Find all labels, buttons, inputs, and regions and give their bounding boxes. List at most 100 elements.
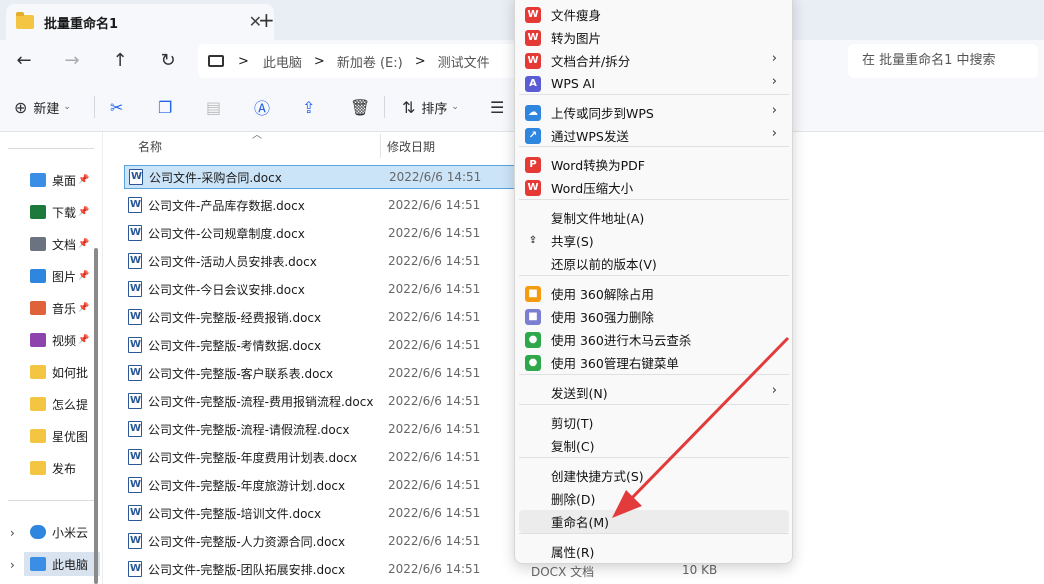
paste-button[interactable]: ▤ [206, 96, 227, 118]
chevron-right-icon[interactable]: › [10, 526, 15, 540]
sort-label: 排序 [421, 101, 448, 117]
file-row[interactable]: 公司文件-产品库存数据.docx 2022/6/6 14:51 [124, 193, 524, 217]
word-document-icon [128, 337, 142, 353]
column-header-name[interactable]: 名称 [138, 138, 162, 155]
word-document-icon [128, 561, 142, 577]
menu-item[interactable]: W Word压缩大小 [519, 176, 789, 199]
menu-item-icon: ● [525, 332, 541, 348]
word-document-icon [128, 309, 142, 325]
menu-item[interactable]: A WPS AI › [519, 72, 789, 95]
file-row[interactable]: 公司文件-完整版-年度旅游计划.docx 2022/6/6 14:51 [124, 473, 524, 497]
menu-item[interactable]: 删除(D) [519, 487, 789, 510]
menu-item-icon: ■ [525, 286, 541, 302]
menu-item[interactable]: ● 使用 360进行木马云查杀 [519, 328, 789, 351]
file-row[interactable]: 公司文件-采购合同.docx 2022/6/6 14:51 [124, 165, 524, 189]
address-bar[interactable]: > 此电脑 > 新加卷 (E:) > 测试文件 [198, 44, 518, 78]
file-row[interactable]: 公司文件-完整版-流程-请假流程.docx 2022/6/6 14:51 [124, 417, 524, 441]
file-name: 公司文件-产品库存数据.docx [148, 198, 305, 213]
menu-item[interactable]: 剪切(T) [519, 411, 789, 434]
sidebar-scrollbar[interactable] [94, 248, 98, 584]
navigation-pane: 桌面 📌 下载 📌 文档 📌 图片 📌 音乐 📌 视频 📌 如何批怎么提星优图发布 › 小米云 › 此电… [0, 132, 103, 584]
menu-item[interactable]: ☁ 上传或同步到WPS › [519, 101, 789, 124]
file-row[interactable]: 公司文件-完整版-人力资源合同.docx 2022/6/6 14:51 [124, 529, 524, 553]
sidebar-divider [8, 500, 94, 501]
file-row[interactable]: 公司文件-完整版-培训文件.docx 2022/6/6 14:51 [124, 501, 524, 525]
sort-button[interactable]: ⇅ 排序 ⌄ [402, 96, 459, 118]
menu-item[interactable]: 属性(R) [519, 540, 789, 563]
search-input[interactable]: 在 批量重命名1 中搜索 [848, 44, 1038, 78]
chevron-right-icon[interactable]: › [10, 558, 15, 572]
menu-item[interactable]: 复制(C) [519, 434, 789, 457]
file-modified-date: 2022/6/6 14:51 [388, 422, 481, 436]
breadcrumb-item[interactable]: 此电脑 [263, 52, 302, 71]
file-row[interactable]: 公司文件-完整版-流程-费用报销流程.docx 2022/6/6 14:51 [124, 389, 524, 413]
menu-item[interactable]: ■ 使用 360强力删除 [519, 305, 789, 328]
sidebar-item-this-pc[interactable]: 此电脑 [24, 552, 100, 576]
column-divider[interactable] [380, 134, 381, 158]
menu-item[interactable]: ■ 使用 360解除占用 [519, 282, 789, 305]
menu-item-label: 转为图片 [551, 31, 602, 46]
menu-item[interactable]: ⇪ 共享(S) [519, 229, 789, 252]
new-tab-button[interactable]: + [258, 8, 275, 32]
back-icon[interactable]: ← [10, 49, 38, 73]
cut-button[interactable]: ✂ [110, 96, 129, 118]
file-modified-date: 2022/6/6 14:51 [388, 198, 481, 212]
file-row[interactable]: 公司文件-完整版-团队拓展安排.docx 2022/6/6 14:51 [124, 557, 524, 581]
sidebar-item-quick-access[interactable]: 图片 📌 [30, 264, 100, 288]
word-document-icon [128, 365, 142, 381]
file-row[interactable]: 公司文件-今日会议安排.docx 2022/6/6 14:51 [124, 277, 524, 301]
sidebar-item-quick-access[interactable]: 音乐 📌 [30, 296, 100, 320]
sidebar-item-xiaomi-cloud[interactable]: 小米云 [30, 520, 100, 544]
forward-icon[interactable]: → [58, 49, 86, 73]
menu-item-label: 复制(C) [551, 439, 595, 454]
menu-item[interactable]: 发送到(N) › [519, 381, 789, 404]
menu-item[interactable]: 还原以前的版本(V) [519, 252, 789, 275]
sidebar-item-quick-access[interactable]: 文档 📌 [30, 232, 100, 256]
menu-item-label: 复制文件地址(A) [551, 211, 645, 226]
word-document-icon [128, 281, 142, 297]
chevron-right-icon: › [771, 383, 777, 398]
file-modified-date: 2022/6/6 14:51 [388, 310, 481, 324]
menu-separator [519, 374, 789, 375]
delete-button[interactable]: 🗑 [350, 96, 376, 118]
file-row[interactable]: 公司文件-完整版-客户联系表.docx 2022/6/6 14:51 [124, 361, 524, 385]
menu-item[interactable]: W 文档合并/拆分 › [519, 49, 789, 72]
sidebar-item-quick-access[interactable]: 下载 📌 [30, 200, 100, 224]
up-icon[interactable]: ↑ [106, 49, 134, 73]
menu-separator [519, 533, 789, 534]
share-button[interactable]: ⇪ [302, 96, 321, 118]
file-name: 公司文件-公司规章制度.docx [148, 226, 305, 241]
sidebar-item-quick-access[interactable]: 桌面 📌 [30, 168, 100, 192]
view-button[interactable]: ☰ [490, 96, 510, 118]
menu-item[interactable]: W 文件瘦身 [519, 3, 789, 26]
menu-item[interactable]: P Word转换为PDF [519, 153, 789, 176]
folder-icon [30, 173, 46, 187]
file-name: 公司文件-采购合同.docx [149, 170, 282, 185]
tab-batch-rename[interactable]: 批量重命名1 ✕ [6, 4, 274, 40]
breadcrumb-item[interactable]: 测试文件 [438, 52, 490, 71]
refresh-icon[interactable]: ↻ [154, 49, 182, 73]
sidebar-item-quick-access[interactable]: 发布 [30, 456, 100, 480]
sidebar-item-quick-access[interactable]: 视频 📌 [30, 328, 100, 352]
file-row[interactable]: 公司文件-完整版-考情数据.docx 2022/6/6 14:51 [124, 333, 524, 357]
file-row[interactable]: 公司文件-完整版-年度费用计划表.docx 2022/6/6 14:51 [124, 445, 524, 469]
new-button[interactable]: ⊕ 新建 ⌄ [14, 96, 71, 118]
sidebar-item-quick-access[interactable]: 星优图 [30, 424, 100, 448]
menu-item[interactable]: 创建快捷方式(S) [519, 464, 789, 487]
copy-button[interactable]: ❐ [158, 96, 178, 118]
menu-item[interactable]: 复制文件地址(A) [519, 206, 789, 229]
menu-item[interactable]: W 转为图片 [519, 26, 789, 49]
menu-item[interactable]: 重命名(M) [519, 510, 789, 533]
file-row[interactable]: 公司文件-完整版-经费报销.docx 2022/6/6 14:51 [124, 305, 524, 329]
column-header-date[interactable]: 修改日期 [387, 138, 435, 155]
menu-item[interactable]: ↗ 通过WPS发送 › [519, 124, 789, 147]
sidebar-item-quick-access[interactable]: 怎么提 [30, 392, 100, 416]
file-row[interactable]: 公司文件-公司规章制度.docx 2022/6/6 14:51 [124, 221, 524, 245]
file-row[interactable]: 公司文件-活动人员安排表.docx 2022/6/6 14:51 [124, 249, 524, 273]
sidebar-item-quick-access[interactable]: 如何批 [30, 360, 100, 384]
menu-item[interactable]: ● 使用 360管理右键菜单 [519, 351, 789, 374]
rename-button[interactable]: Ⓐ [254, 96, 276, 118]
chevron-down-icon: ⌄ [63, 102, 71, 112]
chevron-right-icon: › [771, 103, 777, 118]
breadcrumb-item[interactable]: 新加卷 (E:) [337, 52, 403, 71]
